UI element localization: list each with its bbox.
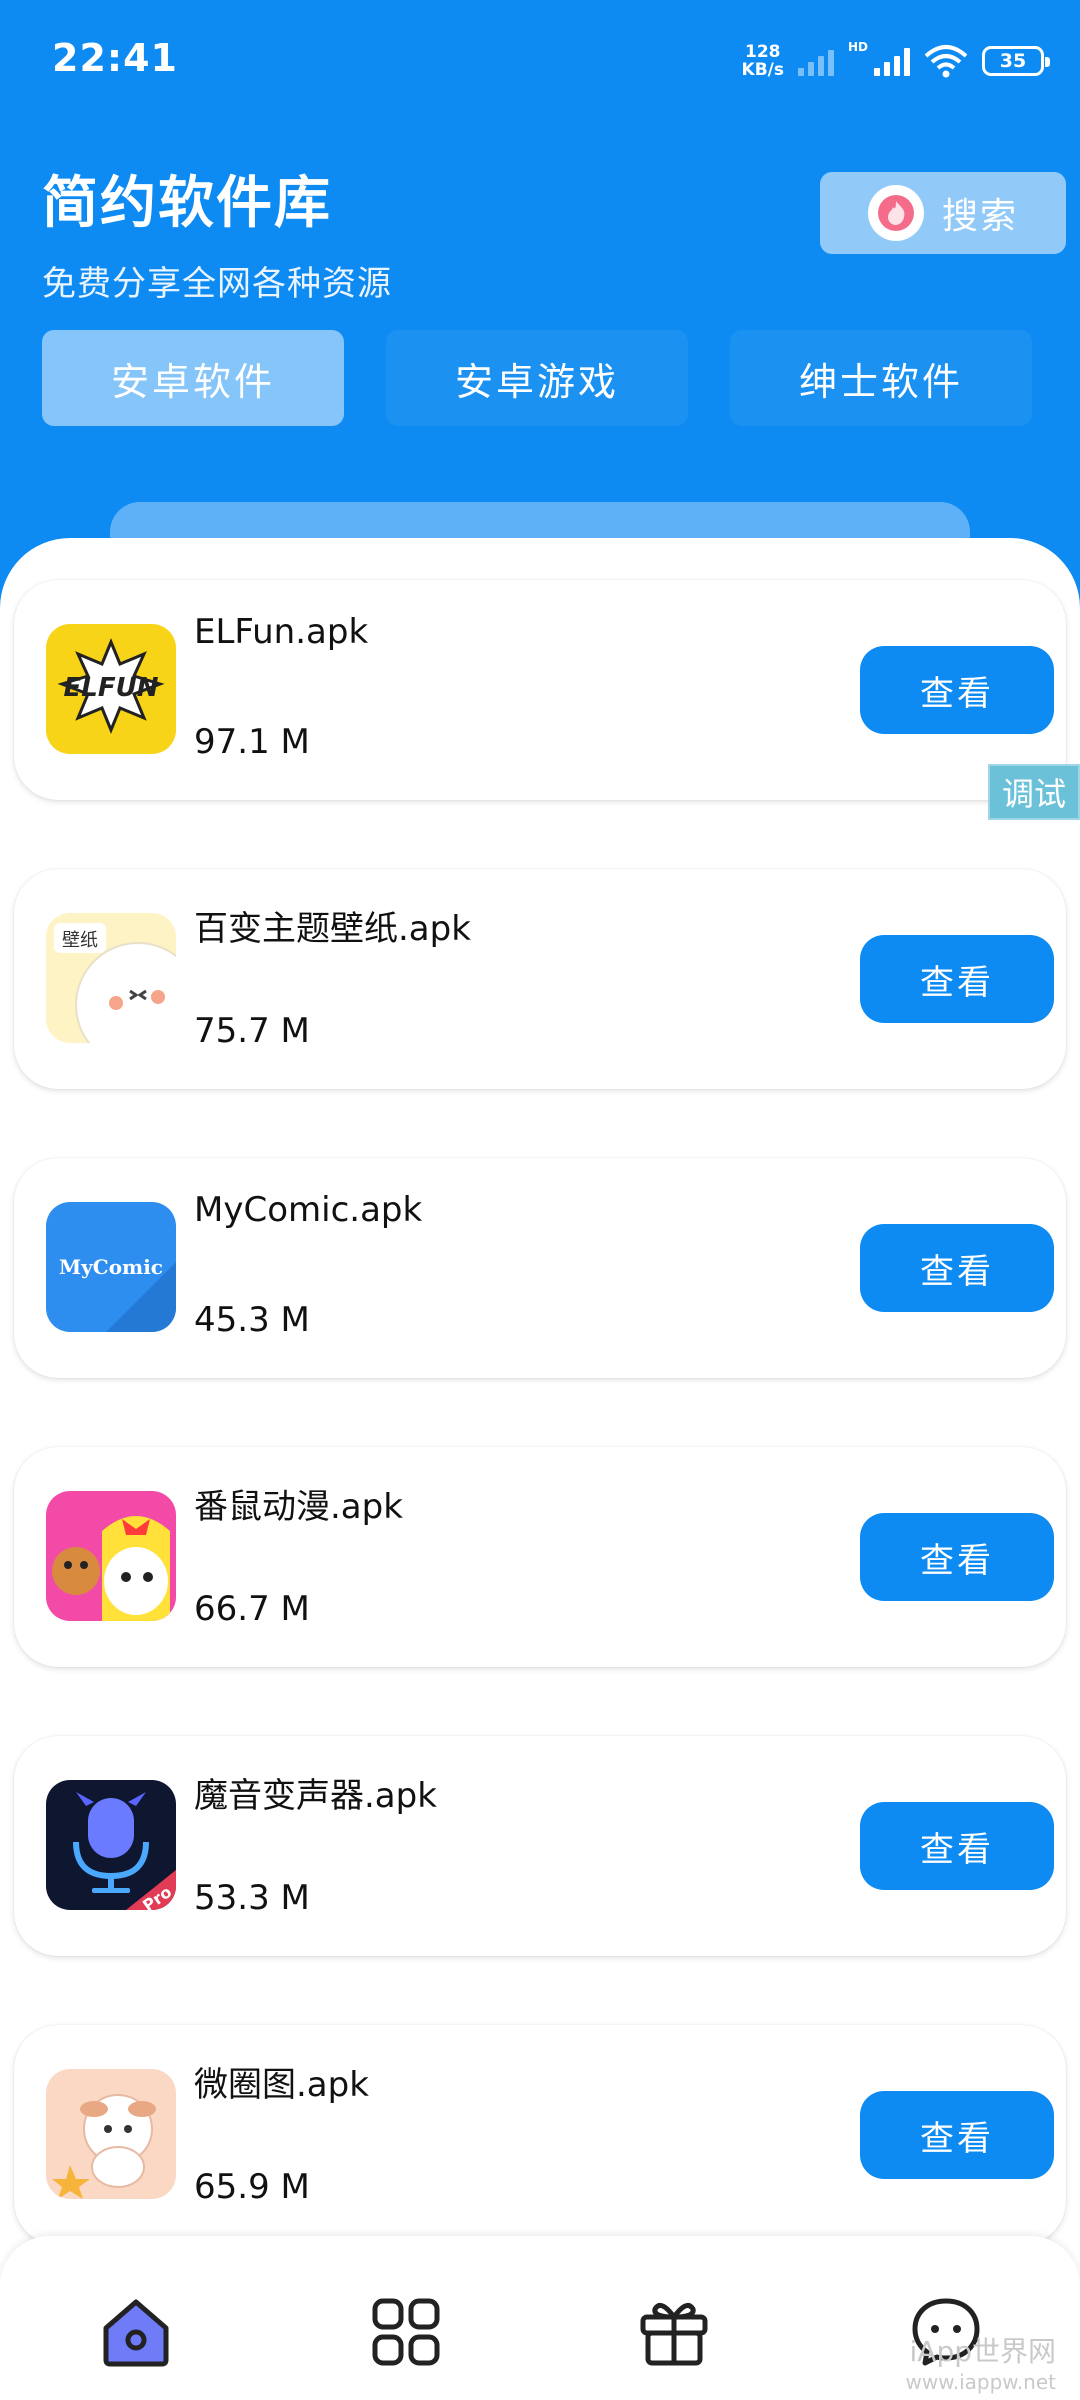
elfun-icon: ELFUN	[46, 624, 176, 754]
flame-icon	[868, 185, 924, 241]
net-speed-unit: KB/s	[741, 60, 784, 80]
app-name: 微圈图.apk	[194, 2065, 369, 2105]
view-button[interactable]: 查看	[860, 935, 1054, 1023]
weiquantu-icon	[46, 2069, 176, 2199]
app-name: MyComic.apk	[194, 1190, 423, 1230]
battery-icon: 35	[982, 46, 1050, 76]
wallpaper-icon-text: 壁纸	[62, 930, 98, 951]
view-button[interactable]: 查看	[860, 2091, 1054, 2179]
app-size: 53.3 M	[194, 1878, 310, 1918]
anime-icon	[46, 1491, 176, 1621]
view-button[interactable]: 查看	[860, 1513, 1054, 1601]
battery-level: 35	[999, 50, 1027, 72]
app-size: 45.3 M	[194, 1300, 310, 1340]
tab-gentleman-apps[interactable]: 绅士软件	[730, 330, 1032, 426]
watermark-title: iApp世界网	[909, 2335, 1056, 2368]
tab-label: 安卓游戏	[454, 359, 619, 404]
page-title: 简约软件库	[42, 171, 332, 236]
tab-android-games[interactable]: 安卓游戏	[386, 330, 688, 426]
status-time: 22:41	[52, 36, 178, 80]
category-tabs: 安卓软件 安卓游戏 绅士软件	[42, 330, 1042, 426]
signal-2-icon	[874, 46, 910, 76]
debug-badge[interactable]: 调试	[988, 764, 1080, 820]
app-card[interactable]: Pro 魔音变声器.apk 53.3 M 查看	[14, 1736, 1066, 1956]
view-button[interactable]: 查看	[860, 1224, 1054, 1312]
app-card[interactable]: ELFUN ELFun.apk 97.1 M 查看	[14, 580, 1066, 800]
tab-label: 绅士软件	[798, 359, 963, 404]
search-button[interactable]: 搜索	[820, 172, 1066, 254]
grid-icon	[372, 2298, 440, 2366]
mycomic-icon-text: MyComic	[59, 1255, 163, 1279]
app-card[interactable]: 番鼠动漫.apk 66.7 M 查看	[14, 1447, 1066, 1667]
app-card[interactable]: MyComic MyComic.apk 45.3 M 查看	[14, 1158, 1066, 1378]
wallpaper-icon: 壁纸	[46, 913, 176, 1043]
app-name: 番鼠动漫.apk	[194, 1487, 403, 1527]
wifi-icon	[924, 45, 968, 78]
content-sheet: ELFUN ELFun.apk 97.1 M 查看 壁纸 百变主题壁纸.apk …	[0, 538, 1080, 2400]
status-bar: 22:41 128 KB/s HD 35	[0, 0, 1080, 120]
nav-gifts[interactable]	[634, 2292, 714, 2372]
search-label: 搜索	[942, 196, 1019, 237]
tab-android-apps[interactable]: 安卓软件	[42, 330, 344, 426]
hd-label: HD	[847, 40, 868, 54]
app-card[interactable]: 壁纸 百变主题壁纸.apk 75.7 M 查看	[14, 869, 1066, 1089]
app-name: 百变主题壁纸.apk	[194, 909, 471, 949]
net-speed: 128 KB/s	[742, 43, 784, 79]
signal-1-icon	[797, 46, 834, 76]
mycomic-icon: MyComic	[46, 1202, 176, 1332]
view-button[interactable]: 查看	[860, 646, 1054, 734]
nav-home[interactable]	[96, 2292, 176, 2372]
home-icon	[103, 2299, 169, 2367]
app-size: 97.1 M	[194, 722, 310, 762]
watermark: iApp世界网 www.iappw.net	[906, 2330, 1057, 2394]
app-size: 66.7 M	[194, 1589, 310, 1629]
net-speed-value: 128	[745, 42, 781, 62]
app-name: ELFun.apk	[194, 612, 369, 652]
page-subtitle: 免费分享全网各种资源	[42, 264, 392, 304]
app-size: 75.7 M	[194, 1011, 310, 1051]
svg-text:ELFUN: ELFUN	[64, 673, 159, 703]
tab-label: 安卓软件	[110, 359, 275, 404]
gift-icon	[640, 2302, 708, 2366]
view-button[interactable]: 查看	[860, 1802, 1054, 1890]
voice-changer-icon: Pro	[46, 1780, 176, 1910]
nav-categories[interactable]	[366, 2292, 446, 2372]
app-name: 魔音变声器.apk	[194, 1776, 437, 1816]
app-card[interactable]: 微圈图.apk 65.9 M 查看	[14, 2025, 1066, 2245]
watermark-url: www.iappw.net	[905, 2370, 1057, 2394]
app-size: 65.9 M	[194, 2167, 310, 2207]
status-icons: 128 KB/s HD 35	[742, 36, 1050, 86]
